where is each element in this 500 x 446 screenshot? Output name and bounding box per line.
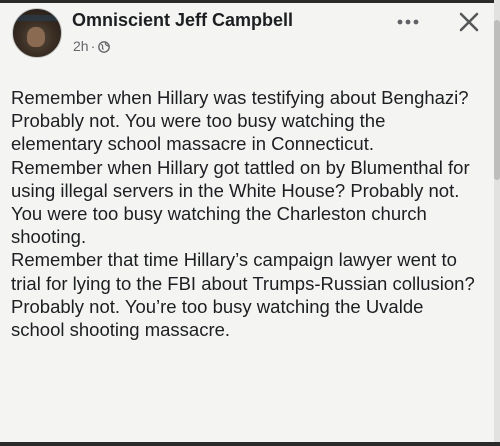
post-paragraph: Remember that time Hillary’s campaign la… — [11, 249, 475, 341]
facebook-post: Omniscient Jeff Campbell 2h · Remember w… — [0, 0, 500, 446]
post-meta: 2h · — [73, 38, 111, 54]
top-edge — [0, 0, 500, 3]
post-paragraph: Remember when Hillary was testifying abo… — [11, 87, 469, 155]
author-name[interactable]: Omniscient Jeff Campbell — [72, 10, 293, 31]
post-body: Remember when Hillary was testifying abo… — [11, 86, 481, 341]
globe-icon[interactable] — [98, 40, 111, 53]
post-paragraph: Remember when Hillary got tattled on by … — [11, 156, 470, 248]
scrollbar[interactable] — [494, 0, 500, 446]
avatar-band — [13, 15, 61, 21]
avatar-face — [27, 27, 45, 47]
scrollbar-thumb[interactable] — [494, 20, 500, 180]
more-horizontal-icon — [397, 19, 419, 25]
meta-separator: · — [90, 38, 96, 54]
more-options-button[interactable] — [390, 8, 426, 36]
post-timestamp[interactable]: 2h — [73, 38, 89, 54]
close-button[interactable] — [452, 6, 486, 38]
bottom-edge — [0, 442, 500, 446]
avatar[interactable] — [12, 8, 62, 58]
close-icon — [459, 12, 479, 32]
